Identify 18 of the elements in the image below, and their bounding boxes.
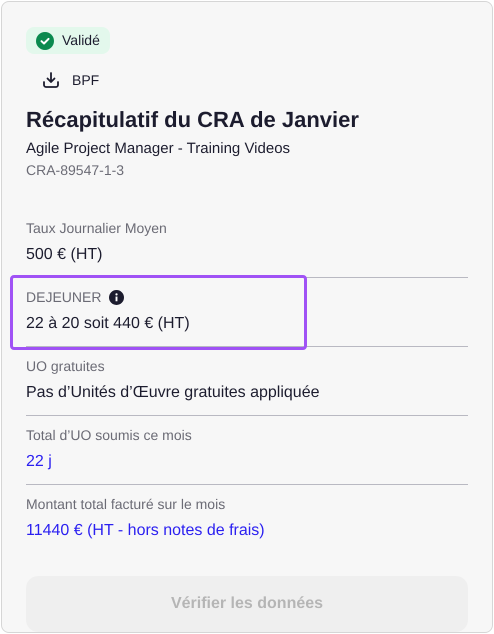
status-badge: Validé	[26, 27, 110, 54]
field-value: 11440 € (HT - hors notes de frais)	[26, 521, 265, 542]
field-label: UO gratuites	[26, 357, 105, 376]
project-name: Agile Project Manager - Training Videos	[26, 138, 292, 159]
field-label: DEJEUNER	[26, 288, 102, 308]
check-icon	[36, 32, 54, 50]
field-label: Taux Journalier Moyen	[26, 219, 167, 238]
field-value: 22 j	[26, 452, 52, 472]
field-label: Montant total facturé sur le mois	[26, 495, 226, 514]
info-icon[interactable]	[109, 290, 124, 306]
field-value: Pas d’Unités d’Œuvre gratuites appliquée	[26, 383, 320, 404]
field-label: Total d’UO soumis ce mois	[26, 426, 192, 446]
field-value: 500 € (HT)	[26, 245, 102, 266]
reference-code: CRA-89547-1-3	[26, 161, 126, 180]
download-icon	[42, 71, 60, 90]
download-button[interactable]: BPF	[42, 66, 100, 94]
field-value: 22 à 20 soit 440 € (HT)	[26, 314, 190, 334]
summary-title: Récapitulatif du CRA de Janvier	[26, 106, 360, 134]
